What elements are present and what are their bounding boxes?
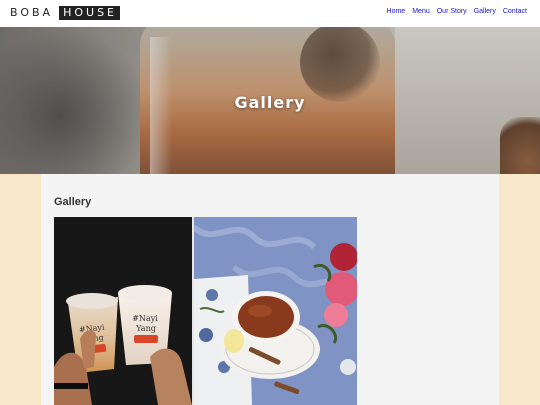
- svg-text:#Nayi: #Nayi: [132, 314, 158, 323]
- section-title: Gallery: [54, 196, 92, 208]
- svg-text:Yang: Yang: [135, 324, 156, 333]
- gallery-photo-tea[interactable]: [194, 217, 357, 405]
- nav-link-menu[interactable]: Menu: [412, 7, 430, 17]
- gallery-photo-cups[interactable]: #Nayi Yang #Nayi Yang: [54, 217, 192, 405]
- main-nav: Home Menu Our Story Gallery Contact: [387, 7, 527, 17]
- hero-title: Gallery: [234, 93, 306, 112]
- gallery-section: Gallery #Nayi Yang: [41, 174, 499, 405]
- logo-word-boba: BOBA: [10, 6, 54, 19]
- site-logo[interactable]: BOBA HOUSE: [10, 6, 121, 20]
- nav-link-our-story[interactable]: Our Story: [437, 7, 467, 17]
- nav-link-gallery[interactable]: Gallery: [474, 7, 496, 17]
- tea-illustration: [194, 217, 357, 405]
- nav-link-home[interactable]: Home: [387, 7, 406, 17]
- hero-banner: Gallery: [0, 27, 540, 174]
- cups-illustration: #Nayi Yang #Nayi Yang: [54, 217, 192, 405]
- logo-word-house: HOUSE: [59, 6, 121, 20]
- site-header: BOBA HOUSE Home Menu Our Story Gallery C…: [0, 0, 540, 27]
- nav-link-contact[interactable]: Contact: [503, 7, 527, 17]
